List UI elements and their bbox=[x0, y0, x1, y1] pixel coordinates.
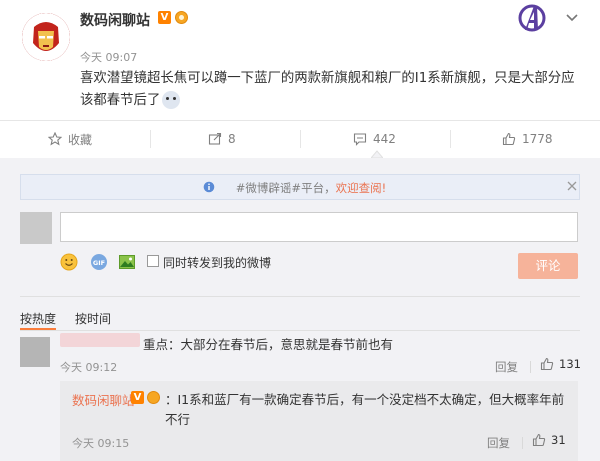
chevron-down-icon[interactable] bbox=[566, 14, 578, 22]
divider bbox=[20, 296, 580, 297]
smile-icon[interactable] bbox=[60, 253, 78, 271]
medal-icon bbox=[175, 11, 188, 24]
comment-icon bbox=[353, 133, 367, 146]
submit-comment-button[interactable]: 评论 bbox=[518, 253, 578, 279]
like-button[interactable]: 1778 bbox=[502, 122, 553, 156]
reply-time: 今天 09:15 bbox=[72, 437, 130, 450]
gif-icon[interactable]: GIF bbox=[90, 253, 108, 271]
comment-like-button[interactable]: 131 bbox=[540, 357, 581, 371]
sort-by-time-tab[interactable]: 按时间 bbox=[75, 310, 111, 327]
commenter-name-blurred[interactable] bbox=[60, 333, 140, 347]
comment-like-count: 131 bbox=[559, 357, 581, 371]
reply-author-name[interactable]: 数码闲聊站 bbox=[72, 390, 135, 409]
reply-button[interactable]: 回复 bbox=[495, 359, 518, 375]
commenter-avatar[interactable] bbox=[20, 337, 50, 367]
reply-like-count: 31 bbox=[551, 433, 566, 447]
post-card: 数码闲聊站 V 今天 09:07 喜欢潜望镜超长焦可以蹲一下蓝厂的两款新旗舰和粮… bbox=[0, 0, 600, 158]
favorite-label: 收藏 bbox=[68, 132, 93, 147]
notice-link[interactable]: 欢迎查阅! bbox=[336, 181, 387, 195]
repost-checkbox-label[interactable]: 同时转发到我的微博 bbox=[163, 254, 271, 271]
iron-man-avatar-icon bbox=[22, 13, 70, 61]
repost-icon bbox=[208, 132, 222, 145]
divider bbox=[0, 120, 600, 121]
reply-text: ：I1系和蓝厂有一款确定春节后，有一个没定档不太确定，但大概率年前不行 bbox=[165, 392, 565, 427]
post-time[interactable]: 今天 09:07 bbox=[80, 49, 137, 65]
reply-like-button[interactable]: 31 bbox=[532, 433, 566, 447]
close-icon[interactable] bbox=[566, 180, 578, 192]
action-separator bbox=[300, 130, 301, 148]
divider bbox=[20, 330, 580, 331]
author-avatar[interactable] bbox=[22, 13, 70, 61]
comment-input[interactable] bbox=[60, 212, 578, 242]
repost-count: 8 bbox=[228, 132, 236, 146]
separator bbox=[530, 361, 531, 373]
verified-badge-icon: V bbox=[158, 11, 171, 24]
thumb-up-icon bbox=[532, 433, 546, 447]
favorite-button[interactable]: 收藏 bbox=[48, 122, 92, 156]
active-tab-arrow bbox=[371, 150, 383, 158]
notice-text: #微博辟谣#平台，欢迎查阅! bbox=[235, 181, 387, 195]
my-avatar bbox=[20, 212, 52, 244]
star-icon bbox=[48, 132, 62, 146]
post-content: 喜欢潜望镜超长焦可以蹲一下蓝厂的两款新旗舰和粮厂的I1系新旗舰，只是大部分应该都… bbox=[80, 71, 575, 109]
emoji-icon bbox=[162, 91, 181, 109]
thumb-up-icon bbox=[502, 132, 516, 146]
repost-checkbox[interactable] bbox=[147, 255, 159, 267]
thumb-up-icon bbox=[540, 357, 554, 371]
comment-text: 重点：大部分在春节后，意思就是春节前也有 bbox=[143, 337, 394, 352]
comment-count: 442 bbox=[373, 132, 396, 146]
author-name[interactable]: 数码闲聊站 bbox=[80, 10, 150, 30]
action-separator bbox=[450, 130, 451, 148]
comment-time: 今天 09:12 bbox=[60, 361, 118, 374]
sort-by-hot-tab[interactable]: 按热度 bbox=[20, 310, 56, 327]
medal-icon bbox=[147, 391, 160, 404]
like-count: 1778 bbox=[522, 132, 553, 146]
verified-badge-icon: V bbox=[131, 391, 144, 404]
action-separator bbox=[150, 130, 151, 148]
image-icon[interactable] bbox=[118, 253, 136, 271]
reply-button[interactable]: 回复 bbox=[487, 435, 510, 451]
avengers-logo-icon bbox=[518, 4, 546, 32]
svg-text:GIF: GIF bbox=[93, 259, 105, 267]
separator bbox=[522, 437, 523, 449]
repost-button[interactable]: 8 bbox=[208, 122, 236, 156]
